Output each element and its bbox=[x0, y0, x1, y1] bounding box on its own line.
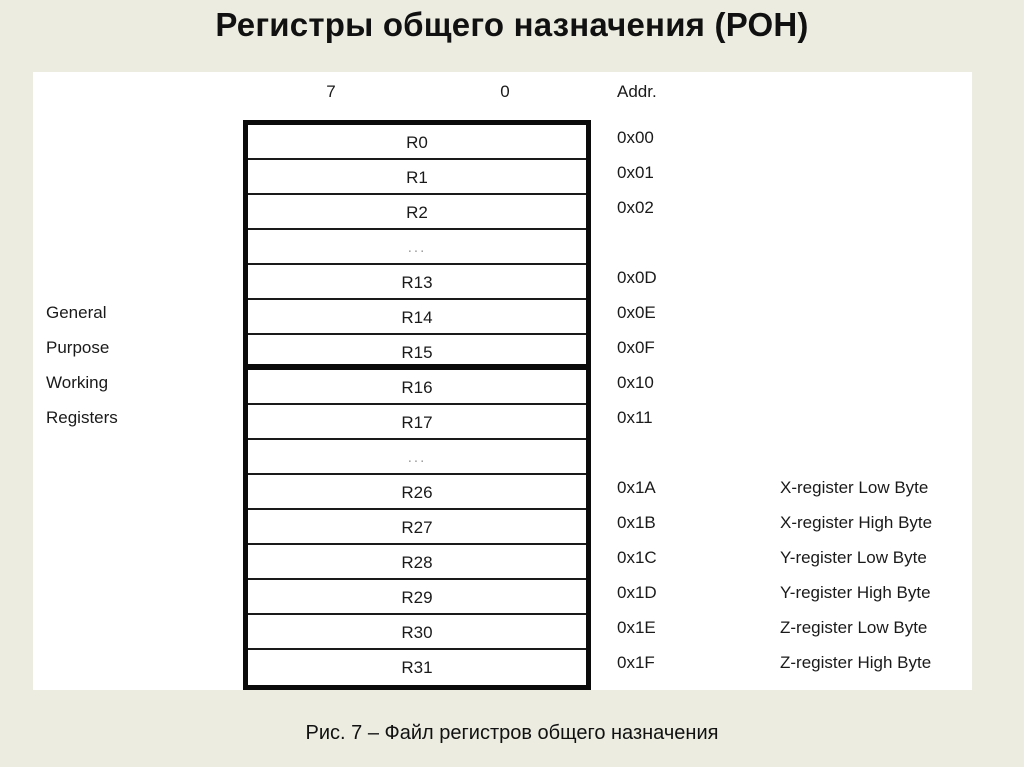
pointer-register-label-blank bbox=[780, 120, 980, 155]
group-label-line: General bbox=[46, 303, 107, 322]
register-row: R0 bbox=[248, 125, 586, 160]
group-label-line: Purpose bbox=[46, 338, 110, 357]
pointer-register-label-blank bbox=[780, 365, 980, 400]
pointer-register-label: Z-register Low Byte bbox=[780, 618, 928, 637]
address-column: 0x00 0x01 0x02 0x0D 0x0E 0x0F 0x10 0x11 0x1A 0x… bbox=[617, 120, 707, 680]
pointer-register-label-blank bbox=[780, 260, 980, 295]
register-row: R16 bbox=[248, 370, 586, 405]
address-value: 0x1C bbox=[617, 548, 657, 567]
register-row: R31 bbox=[248, 650, 586, 685]
address-value-blank bbox=[617, 435, 707, 470]
address-value-blank bbox=[617, 225, 707, 260]
address-value: 0x0F bbox=[617, 338, 655, 357]
group-label-block: General Purpose Working Registers bbox=[46, 295, 226, 435]
address-value: 0x11 bbox=[617, 408, 653, 427]
pointer-register-label-blank bbox=[780, 225, 980, 260]
register-row: R29 bbox=[248, 580, 586, 615]
register-row: R13 bbox=[248, 265, 586, 300]
column-header-address: Addr. bbox=[617, 82, 657, 101]
column-header-msb: 7 bbox=[326, 82, 336, 101]
address-value: 0x1E bbox=[617, 618, 656, 637]
address-value: 0x1F bbox=[617, 653, 655, 672]
group-label-line: Registers bbox=[46, 408, 118, 427]
register-row: R2 bbox=[248, 195, 586, 230]
pointer-register-label-blank bbox=[780, 295, 980, 330]
figure-caption: Рис. 7 – Файл регистров общего назначени… bbox=[305, 722, 719, 744]
register-row: R17 bbox=[248, 405, 586, 440]
address-value: 0x01 bbox=[617, 163, 654, 182]
pointer-register-label: Z-register High Byte bbox=[780, 653, 932, 672]
address-value: 0x1A bbox=[617, 478, 656, 497]
register-row: R30 bbox=[248, 615, 586, 650]
pointer-register-label-blank bbox=[780, 190, 980, 225]
group-label-line: Working bbox=[46, 373, 109, 392]
register-row: R27 bbox=[248, 510, 586, 545]
address-value: 0x1D bbox=[617, 583, 657, 602]
pointer-register-label-blank bbox=[780, 400, 980, 435]
register-row: R14 bbox=[248, 300, 586, 335]
address-value: 0x02 bbox=[617, 198, 654, 217]
pointer-register-annotations: X-register Low Byte X-register High Byte Y… bbox=[780, 120, 980, 680]
address-value: 0x0D bbox=[617, 268, 657, 287]
pointer-register-label: Y-register Low Byte bbox=[780, 548, 927, 567]
pointer-register-label: X-register High Byte bbox=[780, 513, 933, 532]
address-value: 0x0E bbox=[617, 303, 656, 322]
register-row: R28 bbox=[248, 545, 586, 580]
register-row-ellipsis: ... bbox=[248, 440, 586, 475]
pointer-register-label: Y-register High Byte bbox=[780, 583, 931, 602]
address-value: 0x1B bbox=[617, 513, 656, 532]
register-row: R1 bbox=[248, 160, 586, 195]
address-value: 0x00 bbox=[617, 128, 654, 147]
register-row: R26 bbox=[248, 475, 586, 510]
register-row-ellipsis: ... bbox=[248, 230, 586, 265]
page-title: Регистры общего назначения (РОН) bbox=[215, 6, 809, 43]
pointer-register-label-blank bbox=[780, 435, 980, 470]
register-file-table: R0 R1 R2... R13 R14 R15 R16 R17... R26 R27 R28 R29 R… bbox=[243, 120, 591, 690]
pointer-register-label-blank bbox=[780, 155, 980, 190]
pointer-register-label-blank bbox=[780, 330, 980, 365]
column-header-lsb: 0 bbox=[500, 82, 510, 101]
address-value: 0x10 bbox=[617, 373, 654, 392]
register-row: R15 bbox=[248, 335, 586, 370]
pointer-register-label: X-register Low Byte bbox=[780, 478, 929, 497]
